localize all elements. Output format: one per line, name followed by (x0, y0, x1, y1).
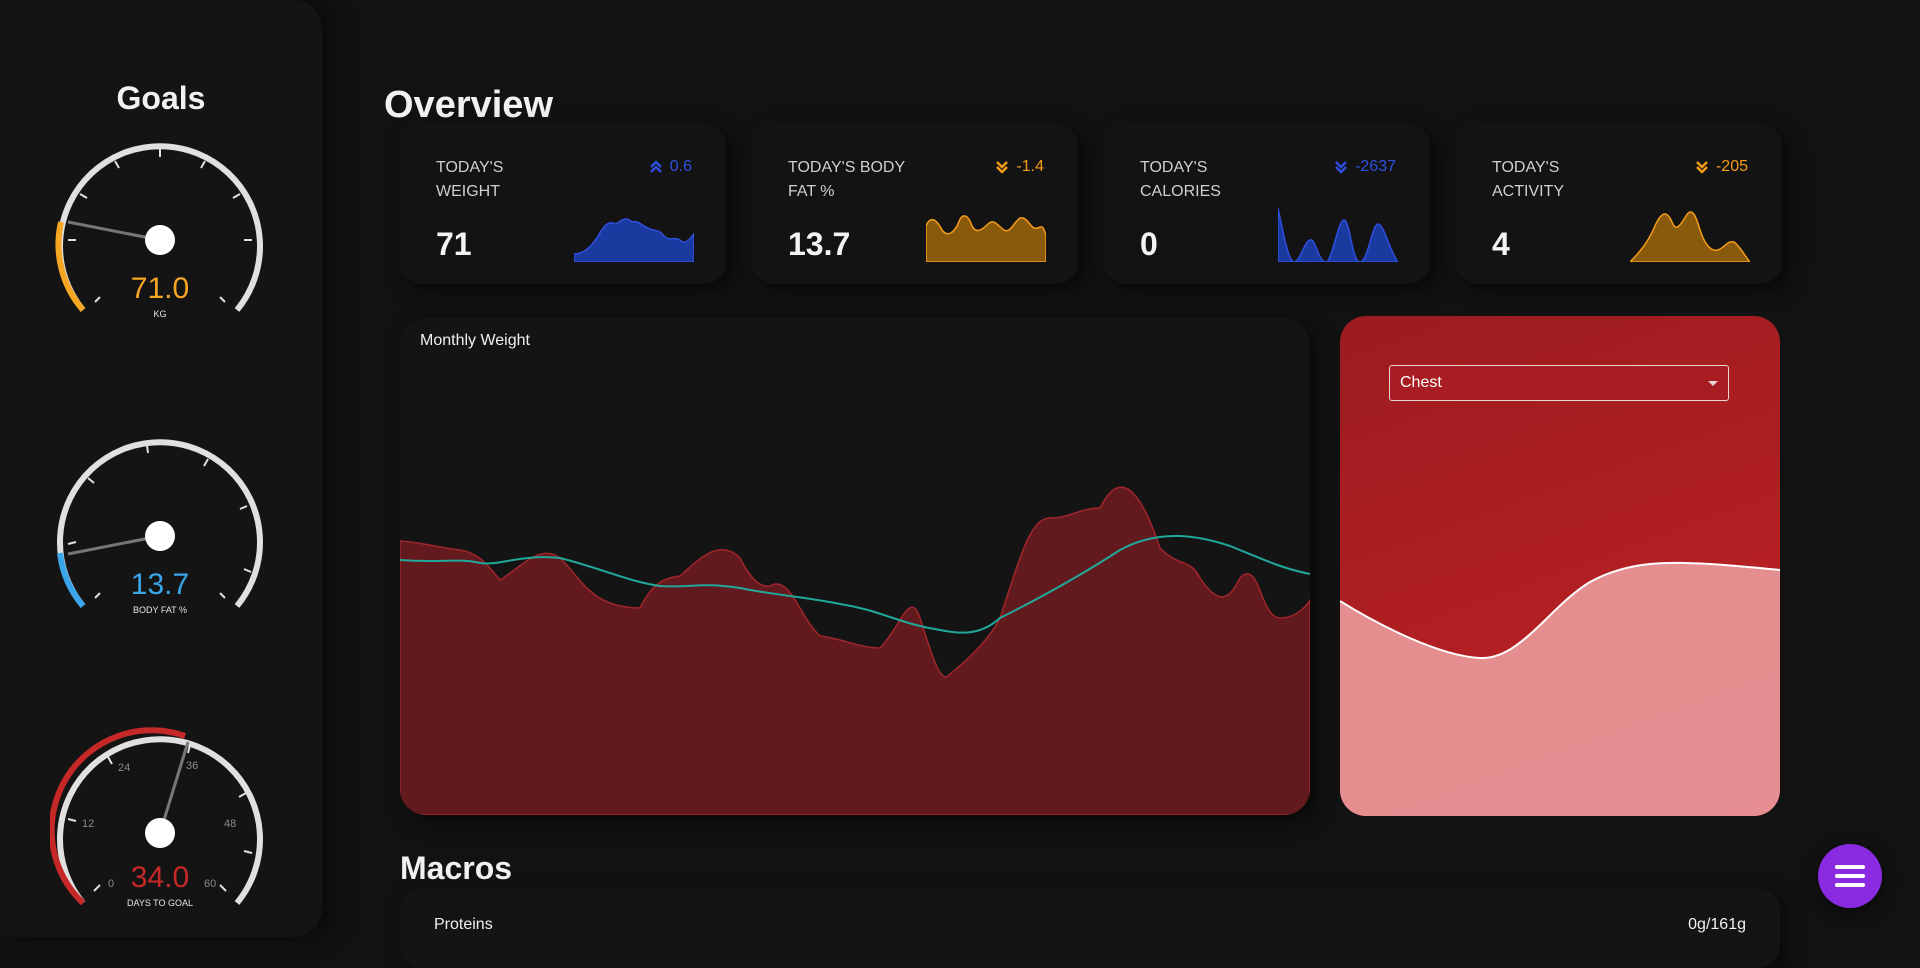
monthly-weight-card: Monthly Weight (400, 318, 1310, 815)
calories-sparkline (1278, 207, 1398, 262)
menu-button[interactable] (1818, 844, 1882, 908)
body-fat-sparkline (926, 215, 1046, 262)
overview-title: Overview (384, 84, 553, 126)
goals-title: Goals (116, 80, 206, 116)
stat-value: 0 (1140, 226, 1158, 262)
double-chevron-down-icon (1696, 161, 1708, 174)
stat-label: TODAY'S BODY FAT % (788, 159, 905, 200)
stat-delta-value: -205 (1715, 158, 1748, 175)
calories-stat-card[interactable]: TODAY'S CALORIES -2637 0 (1104, 124, 1430, 284)
stat-delta: 0.6 (649, 158, 692, 176)
stat-label: TODAY'S ACTIVITY (1492, 159, 1565, 200)
stat-delta: -1.4 (996, 158, 1044, 176)
stat-value: 71 (436, 226, 472, 262)
double-chevron-up-icon (649, 160, 662, 173)
measurement-chart (1340, 561, 1780, 816)
measurement-card: Chest (1340, 316, 1780, 816)
gauge-tick-label: 24 (118, 762, 130, 774)
stat-delta-value: -1.4 (1016, 158, 1044, 175)
monthly-weight-chart (400, 486, 1310, 815)
activity-stat-card[interactable]: TODAY'S ACTIVITY -205 4 (1456, 124, 1782, 284)
stat-value: 4 (1492, 226, 1510, 262)
menu-icon (1835, 865, 1865, 887)
body-fat-gauge-unit: BODY FAT % (132, 605, 188, 615)
days-to-goal-gauge-value: 34.0 (130, 861, 190, 894)
double-chevron-down-icon (1335, 161, 1347, 174)
goals-sidebar: Goals 71.0 KG 13.7 BODY FAT % 0 12 24 36… (0, 0, 322, 937)
macro-label: Proteins (434, 916, 493, 933)
double-chevron-down-icon (996, 161, 1009, 174)
stat-label: TODAY'S WEIGHT (436, 159, 504, 200)
stat-delta: -2637 (1335, 158, 1396, 176)
activity-sparkline (1630, 211, 1750, 262)
body-fat-stat-card[interactable]: TODAY'S BODY FAT % -1.4 13.7 (752, 124, 1078, 284)
macro-value: 0g/161g (1688, 916, 1746, 933)
weight-stat-card[interactable]: TODAY'S WEIGHT 0.6 71 (400, 124, 726, 284)
stat-delta-value: 0.6 (669, 158, 692, 175)
weight-gauge: 71.0 KG (50, 132, 270, 342)
stat-delta-value: -2637 (1355, 158, 1396, 175)
gauge-tick-label: 12 (82, 818, 94, 830)
days-to-goal-gauge: 0 12 24 36 48 60 34.0 DAYS TO GOAL (50, 725, 270, 935)
body-fat-gauge: 13.7 BODY FAT % (50, 428, 270, 638)
stat-value: 13.7 (788, 226, 851, 262)
days-to-goal-gauge-unit: DAYS TO GOAL (126, 898, 194, 908)
gauge-tick-label: 36 (186, 760, 198, 772)
weight-gauge-value: 71.0 (130, 272, 190, 305)
gauge-tick-label: 48 (224, 818, 236, 830)
macros-title: Macros (400, 850, 513, 886)
weight-gauge-unit: KG (153, 309, 167, 319)
macros-card: Proteins 0g/161g (400, 888, 1780, 968)
stat-delta: -205 (1696, 158, 1748, 176)
stat-label: TODAY'S CALORIES (1140, 159, 1221, 200)
weight-sparkline (574, 218, 694, 262)
body-fat-gauge-value: 13.7 (130, 568, 190, 601)
